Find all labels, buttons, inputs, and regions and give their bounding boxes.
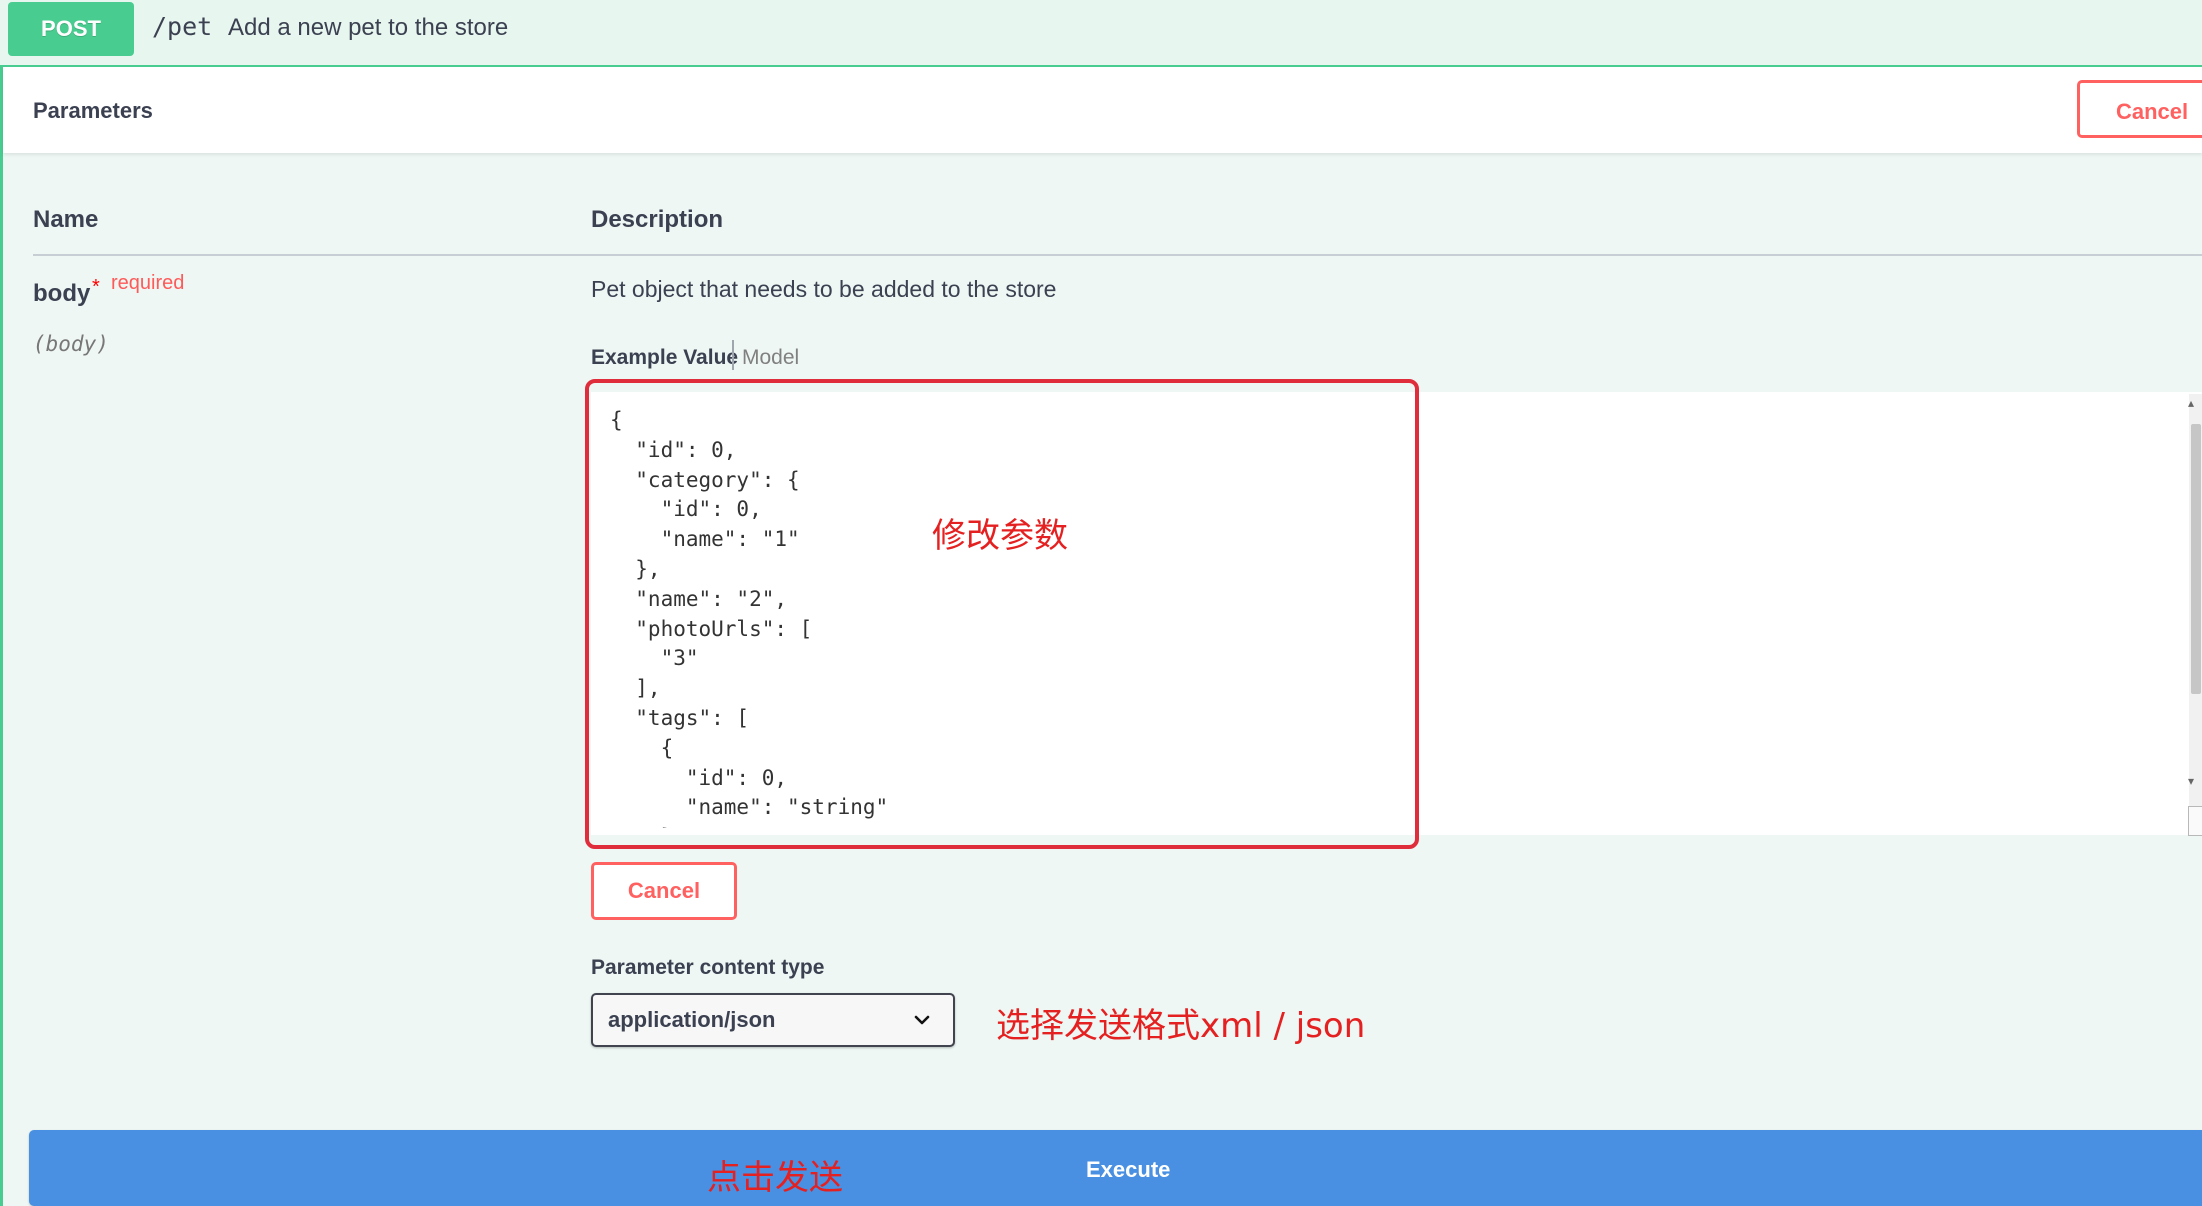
- tab-example-value[interactable]: Example Value: [591, 346, 738, 370]
- scrollbar-thumb[interactable]: [2191, 424, 2201, 694]
- operation-path: /pet: [152, 12, 213, 41]
- annotation-highlight-box: [585, 379, 1419, 849]
- annotation-choose-format: 选择发送格式xml / json: [996, 1006, 1366, 1046]
- content-type-selected-value: application/json: [608, 1007, 776, 1032]
- tab-model[interactable]: Model: [742, 346, 799, 370]
- param-name: body: [33, 280, 91, 307]
- param-location: (body): [33, 332, 109, 356]
- textarea-resize-handle[interactable]: [2188, 806, 2202, 836]
- execute-button-label: Execute: [1086, 1157, 1171, 1182]
- method-badge: POST: [8, 2, 134, 56]
- scroll-down-arrow-icon[interactable]: ▾: [2188, 774, 2194, 788]
- scroll-up-arrow-icon[interactable]: ▴: [2188, 396, 2194, 410]
- parameters-title: Parameters: [33, 98, 153, 123]
- column-header-description: Description: [591, 206, 724, 233]
- annotation-edit-params: 修改参数: [932, 516, 1068, 556]
- required-label: required: [111, 272, 185, 294]
- parameters-header: [3, 67, 2202, 153]
- column-header-name: Name: [33, 206, 99, 233]
- operation-border: [0, 0, 3, 1206]
- content-type-label: Parameter content type: [591, 956, 825, 979]
- param-description: Pet object that needs to be added to the…: [591, 276, 1057, 302]
- required-star: *: [92, 276, 100, 298]
- body-cancel-button[interactable]: Cancel: [591, 862, 737, 920]
- chevron-down-icon: [914, 1015, 930, 1025]
- header-divider: [33, 254, 2202, 256]
- try-out-cancel-button[interactable]: Cancel: [2077, 80, 2202, 138]
- operation-summary-text: Add a new pet to the store: [228, 14, 509, 41]
- annotation-click-send: 点击发送: [707, 1158, 843, 1198]
- tab-separator: [732, 340, 734, 370]
